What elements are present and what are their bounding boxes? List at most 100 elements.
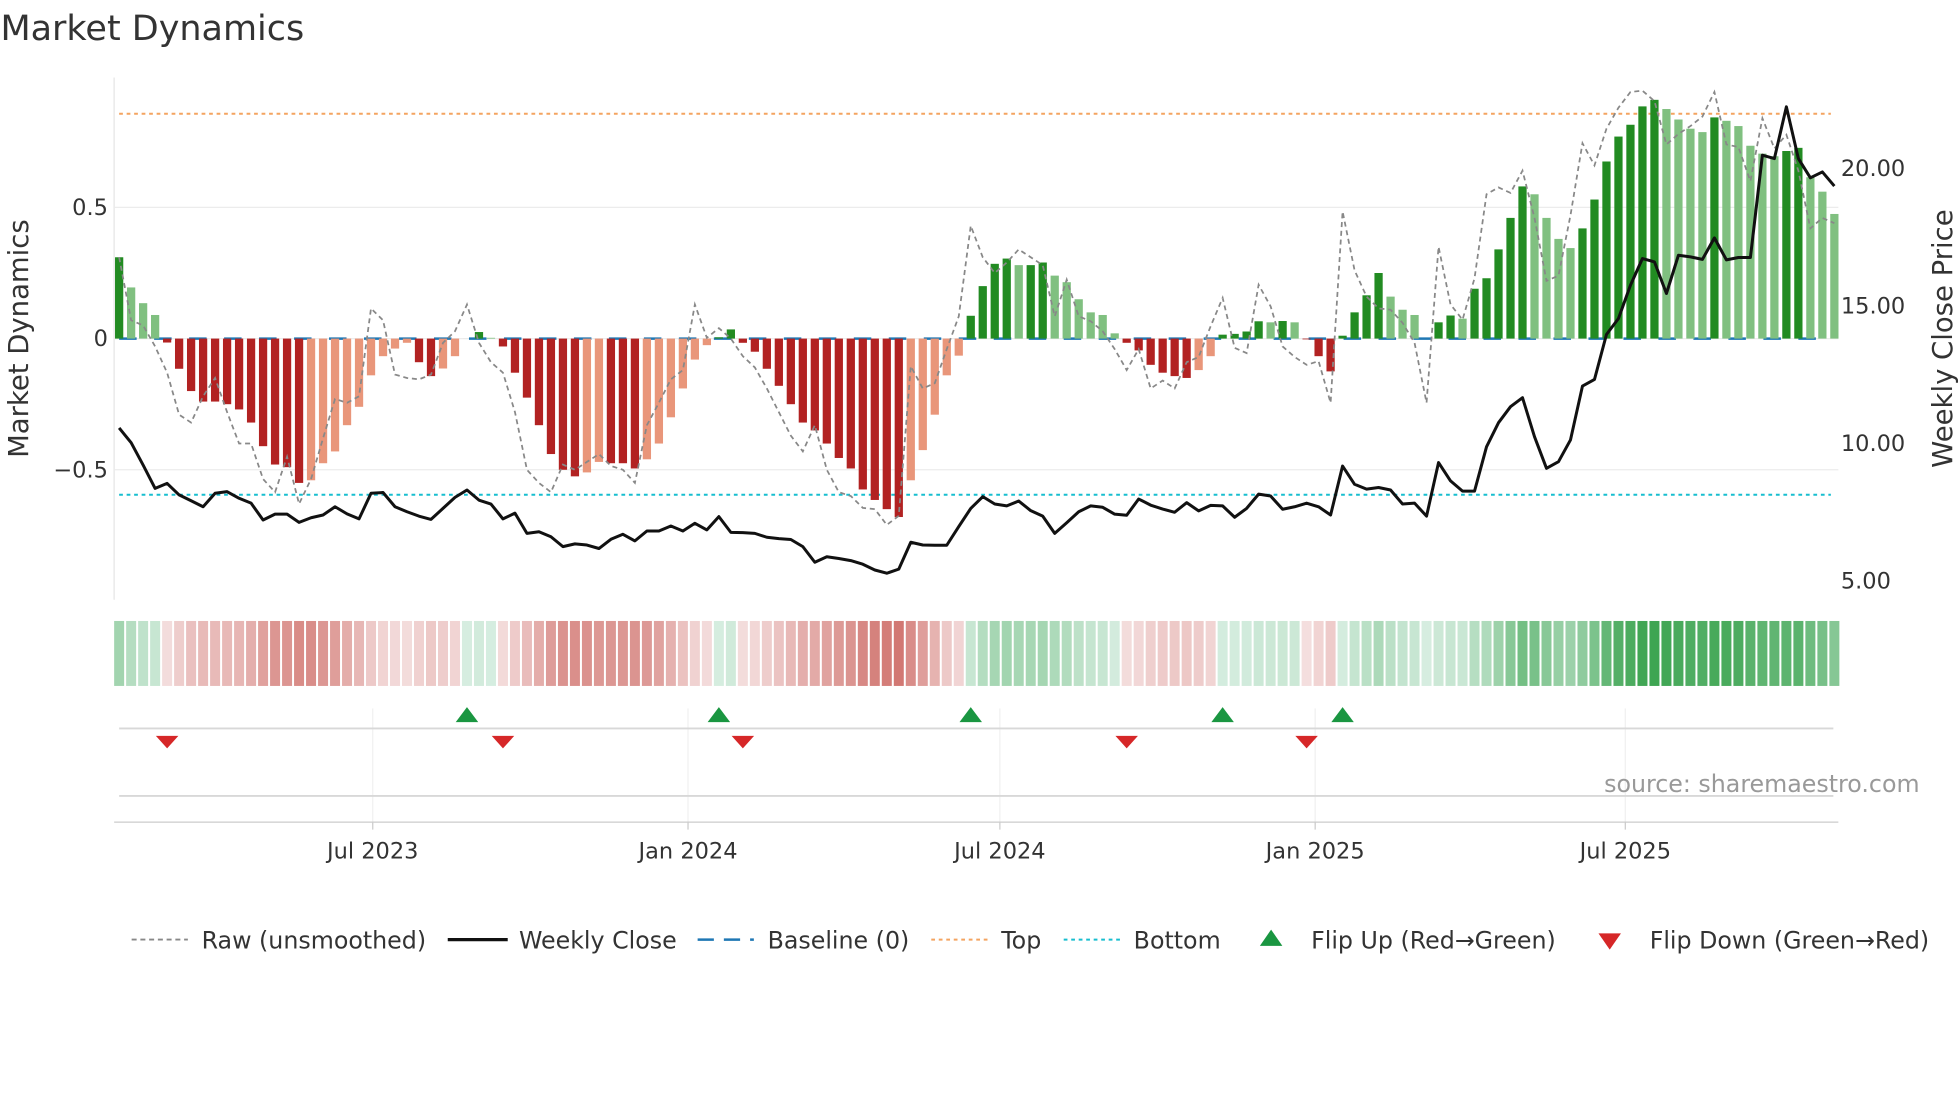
strip-cell [186, 620, 197, 686]
strip-cell [1157, 620, 1168, 686]
strip-cell [1217, 620, 1228, 686]
strip-cell [1001, 620, 1012, 686]
strip-cell [737, 620, 748, 686]
strip-cell [1421, 620, 1432, 686]
bar [954, 338, 963, 356]
bar [318, 338, 328, 464]
strip-cell [1325, 620, 1336, 686]
strip-cell [210, 620, 221, 686]
strip-cell [1481, 620, 1492, 686]
strip-cell [1397, 620, 1408, 686]
bar [570, 338, 580, 477]
line-series [117, 89, 1836, 575]
strip-cell [1805, 620, 1816, 686]
bar [390, 338, 400, 349]
strip-cell [617, 620, 628, 686]
legend-label: Bottom [1134, 926, 1221, 954]
market-dynamics-chart: Market Dynamics 0.5 0 −0.5 20.00 15.00 10.00 5… [0, 9, 1959, 954]
bar [822, 338, 831, 444]
bar [798, 338, 807, 423]
legend-item-close: Weekly Close [447, 926, 677, 954]
bar [978, 286, 987, 339]
strip-cell [1529, 620, 1540, 686]
strip-cell [426, 620, 436, 686]
strip-cell [378, 620, 389, 686]
strip-cell [1565, 620, 1576, 686]
strip-cell [665, 620, 676, 686]
strip-cell [1181, 620, 1192, 686]
strip-cell [965, 620, 976, 686]
strip-cell [725, 620, 736, 686]
legend-item-flip-down: Flip Down (Green→Red) [1598, 926, 1929, 954]
bar [342, 338, 352, 426]
flip-down-marker [1115, 735, 1138, 749]
flip-up-marker [959, 707, 982, 723]
bar [1194, 338, 1203, 371]
strip-cell [1013, 620, 1024, 686]
bar [1686, 128, 1695, 339]
bar [1038, 262, 1047, 339]
bar [402, 338, 412, 343]
y-right-tick-label: 5.00 [1841, 568, 1891, 594]
bar [966, 315, 975, 339]
y-right-tick-label: 10.00 [1841, 431, 1905, 457]
y-left-tick-label: 0.5 [72, 195, 108, 221]
bar [186, 338, 196, 392]
strip-cell [833, 620, 844, 686]
bar [1278, 321, 1287, 339]
strip-cell [1733, 620, 1744, 686]
strip-cell [569, 620, 580, 686]
bar [1770, 156, 1779, 339]
bar [1590, 199, 1599, 339]
strip-cell [1073, 620, 1084, 686]
bar [1578, 228, 1587, 339]
bar [1662, 109, 1671, 339]
flip-up-marker [1331, 707, 1354, 723]
bar [1026, 265, 1035, 339]
strip-cell [1409, 620, 1420, 686]
bar [1674, 119, 1683, 339]
bar [1494, 249, 1503, 339]
flip-up-marker [455, 707, 479, 723]
y-left-tick-label: 0 [94, 326, 108, 352]
strip-cell [545, 620, 556, 686]
strip-cell [809, 620, 820, 686]
strip-cell [390, 620, 401, 686]
bar [1830, 213, 1839, 339]
strip-cell [953, 620, 964, 686]
bar [654, 338, 664, 444]
bar [1722, 120, 1731, 339]
bar [1290, 322, 1299, 339]
strip-cell [318, 620, 329, 686]
strip-cell [821, 620, 832, 686]
flip-up-marker [1211, 707, 1234, 723]
strip-cell [1361, 620, 1372, 686]
strip-cell [1301, 620, 1312, 686]
strip-cell [749, 620, 760, 686]
strip-cell [989, 620, 1000, 686]
strip-cell [1637, 620, 1648, 686]
bar [738, 338, 747, 343]
strip-cell [174, 620, 185, 686]
strip-cell [150, 620, 161, 686]
bar [858, 338, 867, 490]
strip-cell [1445, 620, 1456, 686]
bar [522, 338, 532, 398]
bar [1698, 132, 1707, 339]
bar [786, 338, 795, 405]
legend-item-baseline: Baseline (0) [697, 926, 909, 954]
strip-cell [593, 620, 604, 686]
strip-cell [1589, 620, 1600, 686]
strip-cell [1457, 620, 1468, 686]
legend-item-raw: Raw (unsmoothed) [131, 926, 426, 954]
bar [246, 338, 256, 423]
strip-cell [342, 620, 353, 686]
y-axis-left-label: Market Dynamics [3, 219, 35, 458]
regime-strip [114, 620, 1840, 686]
bar [918, 338, 927, 451]
bar [1362, 295, 1371, 339]
bar [1266, 322, 1275, 339]
bar [1794, 147, 1803, 339]
bar [1158, 338, 1167, 373]
flip-panel [114, 707, 1839, 825]
